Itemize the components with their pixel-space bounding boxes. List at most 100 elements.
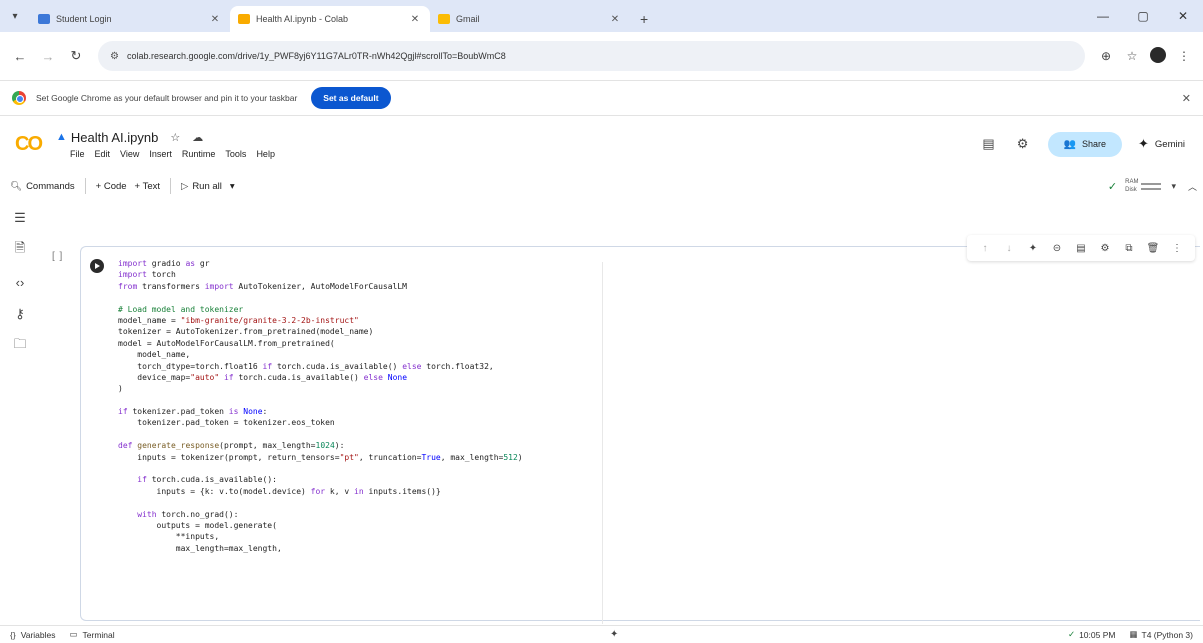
close-tab-icon[interactable]: ✕ bbox=[408, 14, 422, 25]
share-button[interactable]: 👥 Share bbox=[1047, 131, 1122, 157]
browser-tab-student-login[interactable]: Student Login ✕ bbox=[30, 6, 230, 32]
site-info-icon[interactable]: ⚙ bbox=[110, 51, 119, 62]
code-line: if tokenizer.pad_token is None: bbox=[118, 407, 268, 417]
resource-bars bbox=[1141, 182, 1162, 190]
link-to-cell-icon[interactable]: ⊝ bbox=[1045, 243, 1069, 254]
minimize-icon[interactable]: — bbox=[1083, 9, 1123, 23]
forward-icon[interactable]: → bbox=[34, 49, 62, 64]
add-text-button[interactable]: + Text bbox=[131, 181, 164, 192]
secrets-key-icon[interactable]: ⚷ bbox=[0, 300, 40, 328]
new-tab-icon[interactable]: + bbox=[630, 6, 658, 32]
code-line: model = AutoModelForCausalLM.from_pretra… bbox=[118, 338, 335, 348]
code-line: import torch bbox=[118, 270, 176, 280]
find-replace-icon[interactable]: 🗎 bbox=[0, 236, 40, 264]
runtime-dropdown-icon[interactable]: ▾ bbox=[1171, 181, 1176, 192]
status-bar: {} Variables ▭ Terminal ✦ ✓ 10:05 PM ▦ T4 (… bbox=[0, 625, 1203, 643]
reload-icon[interactable]: ↻ bbox=[62, 48, 90, 64]
tab-search-icon[interactable]: ▾ bbox=[0, 0, 30, 32]
files-folder-icon[interactable]: 🗀 bbox=[0, 332, 40, 360]
back-icon[interactable]: ← bbox=[6, 49, 34, 64]
disk-label: Disk bbox=[1125, 187, 1137, 193]
menu-help[interactable]: Help bbox=[256, 149, 275, 159]
bookmark-star-icon[interactable]: ☆ bbox=[1119, 49, 1145, 63]
collapse-up-icon[interactable]: ︿ bbox=[1188, 180, 1197, 193]
browser-tab-colab[interactable]: Health AI.ipynb - Colab ✕ bbox=[230, 6, 430, 32]
code-line: import gradio as gr bbox=[118, 259, 210, 268]
tab-favicon bbox=[38, 14, 50, 24]
code-line: model_name = "ibm-granite/granite-3.2-2b… bbox=[118, 315, 359, 325]
commands-button[interactable]: 🔍︎ Commands bbox=[6, 181, 79, 192]
code-line: inputs = tokenizer(prompt, return_tensor… bbox=[118, 452, 523, 462]
gemini-status-icon[interactable]: ✦ bbox=[610, 629, 618, 640]
tab-title: Health AI.ipynb - Colab bbox=[256, 14, 349, 24]
search-icon: 🔍︎ bbox=[10, 180, 23, 192]
status-time: 10:05 PM bbox=[1079, 629, 1116, 640]
code-line: if torch.cuda.is_available(): bbox=[137, 475, 277, 485]
terminal-button[interactable]: ▭ Terminal bbox=[70, 629, 115, 640]
toolbar-divider bbox=[84, 178, 86, 194]
default-browser-infobar: Set Google Chrome as your default browse… bbox=[0, 80, 1203, 116]
code-line: **inputs, bbox=[118, 532, 220, 542]
ruler-line bbox=[602, 262, 603, 624]
menu-tools[interactable]: Tools bbox=[225, 149, 246, 159]
toolbar-divider bbox=[170, 178, 171, 194]
table-of-contents-icon[interactable]: ☰ bbox=[0, 204, 40, 232]
code-editor[interactable]: import gradio as gr import torch from tran… bbox=[118, 258, 523, 554]
restore-icon[interactable]: ▢ bbox=[1123, 9, 1163, 23]
code-line: model_name, bbox=[118, 350, 191, 360]
comment-cell-icon[interactable]: ▤ bbox=[1069, 243, 1093, 254]
code-line: # Load model and tokenizer bbox=[118, 304, 244, 314]
more-cell-actions-icon[interactable]: ⋮ bbox=[1165, 243, 1189, 254]
resource-monitor[interactable]: ✓ RAM Disk ▾ ︿ bbox=[1108, 178, 1197, 194]
browser-tab-gmail[interactable]: Gmail ✕ bbox=[430, 6, 630, 32]
gemini-button[interactable]: ✦ Gemini bbox=[1138, 136, 1185, 152]
menu-insert[interactable]: Insert bbox=[149, 149, 172, 159]
code-line: ) bbox=[118, 384, 123, 394]
code-line: def generate_response(prompt, max_length… bbox=[118, 441, 345, 451]
terminal-icon: ▭ bbox=[69, 629, 78, 639]
runtime-icon: ▦ bbox=[1129, 629, 1138, 639]
ram-label: RAM bbox=[1125, 179, 1139, 185]
url-field[interactable]: ⚙ colab.research.google.com/drive/1y_PWF… bbox=[98, 41, 1085, 71]
add-code-button[interactable]: + Code bbox=[92, 181, 131, 192]
code-snippets-icon[interactable]: ‹› bbox=[0, 268, 40, 296]
set-as-default-button[interactable]: Set as default bbox=[311, 87, 391, 109]
run-all-dropdown-icon[interactable]: ▾ bbox=[226, 181, 239, 192]
menu-view[interactable]: View bbox=[120, 149, 139, 159]
variables-button[interactable]: {} Variables bbox=[10, 630, 56, 640]
tab-title: Student Login bbox=[56, 14, 112, 24]
settings-gear-icon[interactable]: ⚙ bbox=[1006, 136, 1040, 152]
profile-avatar[interactable] bbox=[1145, 46, 1171, 66]
star-icon[interactable]: ☆ bbox=[170, 131, 180, 144]
close-window-icon[interactable]: ✕ bbox=[1163, 9, 1203, 23]
runtime-indicator[interactable]: ▦ T4 (Python 3) bbox=[1129, 629, 1193, 640]
move-cell-down-icon[interactable]: ↓ bbox=[997, 243, 1021, 254]
extension-icon[interactable]: ⊕ bbox=[1093, 49, 1119, 63]
menu-runtime[interactable]: Runtime bbox=[182, 149, 216, 159]
colab-logo[interactable]: CO bbox=[0, 116, 56, 172]
delete-cell-icon[interactable]: 🗑 bbox=[1141, 243, 1165, 254]
cell-settings-icon[interactable]: ⚙ bbox=[1093, 243, 1117, 254]
cloud-icon[interactable]: ☁ bbox=[192, 131, 203, 144]
close-infobar-icon[interactable]: ✕ bbox=[1182, 92, 1191, 105]
connected-check-icon: ✓ bbox=[1107, 180, 1118, 193]
move-cell-up-icon[interactable]: ↑ bbox=[973, 243, 997, 254]
comments-panel-icon[interactable]: ▤ bbox=[972, 136, 1006, 152]
menu-edit[interactable]: Edit bbox=[95, 149, 111, 159]
menu-file[interactable]: File bbox=[70, 149, 85, 159]
tab-favicon bbox=[238, 14, 250, 24]
close-tab-icon[interactable]: ✕ bbox=[608, 14, 622, 25]
mirror-cell-icon[interactable]: ⧉ bbox=[1117, 243, 1141, 254]
run-cell-button[interactable] bbox=[90, 259, 104, 273]
status-check-icon: ✓ bbox=[1067, 629, 1076, 639]
notebook-title[interactable]: Health AI.ipynb bbox=[71, 130, 158, 145]
gemini-cell-icon[interactable]: ✦ bbox=[1021, 243, 1045, 254]
run-all-button[interactable]: ▷ Run all bbox=[177, 181, 226, 192]
left-sidebar: ☰ 🗎 ‹› ⚷ 🗀 bbox=[0, 200, 40, 625]
close-tab-icon[interactable]: ✕ bbox=[208, 14, 222, 25]
browser-menu-icon[interactable]: ⋮ bbox=[1171, 49, 1197, 63]
